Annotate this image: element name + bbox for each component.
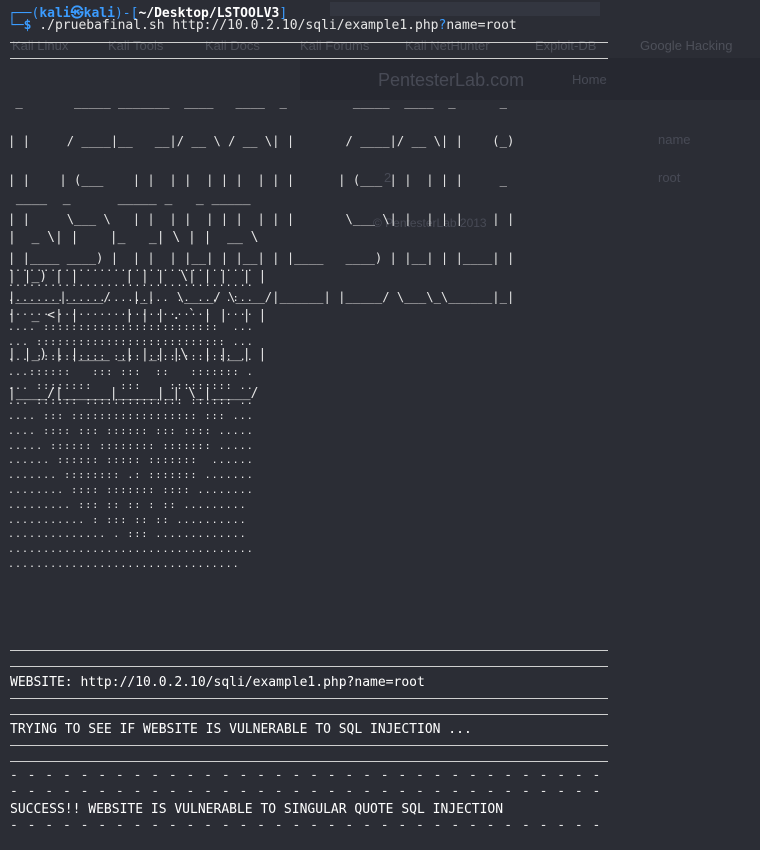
success-line: SUCCESS!! WEBSITE IS VULNERABLE TO SINGU… — [10, 802, 504, 817]
ascii-art-row: .... ::::::::::::::::::::::::: ... — [8, 322, 254, 334]
banner-line: | _ \| | |_ _| \ | | __ \ — [8, 230, 267, 245]
trying-line: TRYING TO SEE IF WEBSITE IS VULNERABLE T… — [10, 722, 472, 737]
ascii-art-row: ... :::::::: ::: ::::::::: .. — [8, 381, 254, 393]
prompt-frame: └─ — [8, 18, 24, 33]
divider — [10, 42, 608, 43]
ascii-art-row: ................................... — [8, 263, 254, 274]
command-line: └─$ ./pruebafinal.sh http://10.0.2.10/sq… — [8, 18, 517, 33]
ascii-art-row: ...... ...................... .... — [8, 307, 254, 319]
divider — [10, 650, 608, 651]
banner-line: ____ _ _____ _ _ _____ — [8, 191, 267, 206]
ascii-art-row: ... ::::::::::::::::::::::::::: ... — [8, 336, 254, 348]
divider — [10, 666, 608, 667]
divider — [10, 714, 608, 715]
banner-line: _ _____ _______ ____ ____ _ _____ ____ _… — [8, 95, 515, 109]
ascii-art-row: .............. . ::: ............. — [8, 529, 247, 541]
ascii-art-row: ....... :::::::: .: ::::::: ....... — [8, 470, 254, 482]
ascii-art-row: .... ::: :::::::::::::::::: ::: ... — [8, 410, 254, 422]
dashed-divider: - - - - - - - - - - - - - - - - - - - - … — [10, 768, 602, 783]
ascii-art-row: ................................... — [8, 544, 254, 556]
ascii-art-row: ................................. — [8, 558, 240, 570]
website-line: WEBSITE: http://10.0.2.10/sqli/example1.… — [10, 675, 425, 690]
banner-line: | | / ____|__ __|/ __ \ / __ \| | / ____… — [8, 134, 515, 148]
ascii-art-row: ................................... — [8, 277, 254, 289]
dashed-divider: - - - - - - - - - - - - - - - - - - - - … — [10, 784, 602, 799]
ascii-art-row: ...... :::::: ::::: ::::::: ...... — [8, 455, 254, 467]
command-param: name=root — [446, 18, 517, 33]
dashed-divider: - - - - - - - - - - - - - - - - - - - - … — [10, 818, 602, 833]
command-text: ./pruebafinal.sh http://10.0.2.10/sqli/e… — [31, 18, 439, 33]
ascii-art-row: ........... : ::: :: :: .......... — [8, 514, 247, 526]
ascii-art-row: ...:::::: ::: ::: :: ::::::: . — [8, 366, 254, 378]
ascii-art-row: ........ :::: ::::::: :::: ........ — [8, 484, 254, 496]
ascii-art-row: .... :::: ::: :::::: ::: :::: ..... — [8, 425, 254, 437]
guy-fawkes-mask-ascii-art: ........................................… — [8, 262, 254, 573]
ascii-art-row: ......... ::: :: :: : :: ......... — [8, 499, 247, 511]
divider — [10, 698, 608, 699]
divider — [10, 58, 608, 59]
divider — [10, 761, 608, 762]
ascii-art-row: ... :::::::::: :::: :::::::::::: .. — [8, 351, 254, 363]
ascii-art-row: ... :::::: :::::::::::::: :::::: .. — [8, 396, 254, 408]
divider — [10, 745, 608, 746]
terminal-window[interactable]: ┌──(kali㉿kali)-[~/Desktop/LSTOOLV3] └─$ … — [0, 0, 760, 850]
ascii-art-row: ....................... .. ... .:.. — [8, 292, 254, 304]
ascii-art-row: ..... :::::: :::::::: ::::::: ..... — [8, 440, 254, 452]
